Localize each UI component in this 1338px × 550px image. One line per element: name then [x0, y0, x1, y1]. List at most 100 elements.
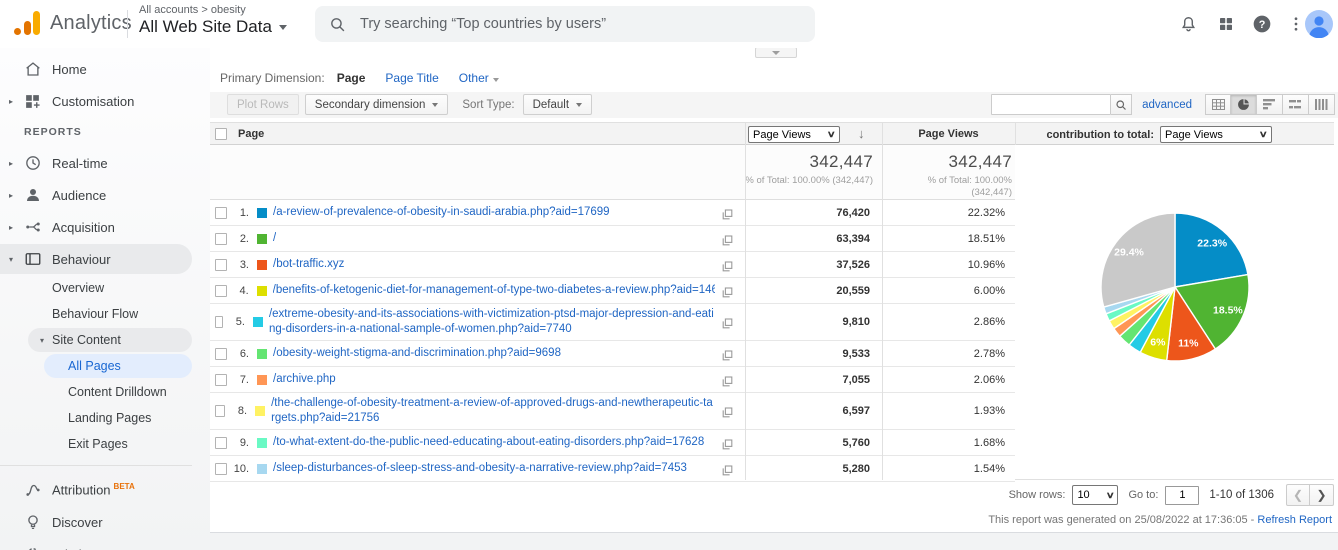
metric-select[interactable]: Page Views∨ [748, 126, 840, 143]
collapse-header-button[interactable] [755, 47, 797, 58]
contribution-percent-value: 22.32% [882, 207, 1015, 219]
sidebar-item-customisation[interactable]: ▸Customisation [0, 85, 210, 117]
dimension-page[interactable]: Page [337, 71, 366, 85]
pivot-view-button[interactable] [1309, 94, 1335, 115]
sidebar-item-admin[interactable]: Admin [0, 538, 210, 550]
contribution-percent-value: 2.06% [882, 374, 1015, 386]
row-checkbox[interactable] [215, 405, 225, 417]
notifications-bell-icon[interactable] [1176, 12, 1200, 36]
global-search[interactable] [315, 6, 815, 42]
sidebar-item-audience[interactable]: ▸Audience [0, 179, 210, 211]
discover-icon [24, 513, 42, 531]
sidebar-item-behaviour[interactable]: ▾Behaviour [0, 243, 210, 275]
open-in-new-icon[interactable] [722, 316, 733, 334]
row-number: 5. [223, 316, 245, 328]
open-in-new-icon[interactable] [722, 463, 733, 481]
global-search-input[interactable] [360, 16, 790, 32]
data-view-button[interactable] [1205, 94, 1231, 115]
sidebar-item-all-pages[interactable]: All Pages [0, 353, 210, 379]
row-checkbox[interactable] [215, 463, 227, 475]
page-link[interactable]: /to-what-extent-do-the-public-need-educa… [273, 435, 704, 450]
chevron-collapsed-icon: ▸ [9, 97, 13, 106]
sidebar-item-label: Exit Pages [68, 437, 128, 451]
page-link[interactable]: /extreme-obesity-and-its-associations-wi… [269, 307, 715, 337]
help-icon[interactable]: ? [1250, 12, 1274, 36]
page-views-value: 76,420 [745, 207, 882, 219]
secondary-dimension-button[interactable]: Secondary dimension [305, 94, 449, 115]
sidebar-item-behaviour-flow[interactable]: Behaviour Flow [0, 301, 210, 327]
page-link[interactable]: /bot-traffic.xyz [273, 257, 344, 272]
open-in-new-icon[interactable] [722, 437, 733, 455]
plot-rows-button[interactable]: Plot Rows [227, 94, 299, 115]
sidebar-item-site-content[interactable]: ▾Site Content [0, 327, 210, 353]
previous-page-button[interactable]: ❮ [1286, 484, 1310, 506]
user-avatar[interactable] [1305, 10, 1333, 38]
percentage-view-button[interactable] [1231, 94, 1257, 115]
contribution-pie-chart[interactable]: 22.3%18.5%11%6%29.4% [1015, 145, 1334, 480]
sidebar-item-exit-pages[interactable]: Exit Pages [0, 431, 210, 457]
sidebar-item-overview[interactable]: Overview [0, 275, 210, 301]
sidebar-item-label: AttributionBETA [52, 482, 135, 497]
open-in-new-icon[interactable] [722, 233, 733, 251]
page-link[interactable]: /the-challenge-of-obesity-treatment-a-re… [271, 396, 715, 426]
dimension-page-title[interactable]: Page Title [385, 71, 438, 85]
page-link[interactable]: /sleep-disturbances-of-sleep-stress-and-… [273, 461, 687, 476]
sidebar-item-acquisition[interactable]: ▸Acquisition [0, 211, 210, 243]
row-number: 1. [227, 207, 249, 219]
next-page-button[interactable]: ❯ [1310, 484, 1334, 506]
row-checkbox[interactable] [215, 233, 227, 245]
open-in-new-icon[interactable] [722, 207, 733, 225]
table-filter-search-button[interactable] [1111, 94, 1132, 115]
page-cell: 5. /extreme-obesity-and-its-associations-… [210, 304, 745, 340]
page-views-value: 5,760 [745, 437, 882, 449]
sidebar-item-discover[interactable]: Discover [0, 506, 210, 538]
sidebar-item-label: All Pages [68, 359, 121, 373]
row-checkbox[interactable] [215, 316, 223, 328]
row-checkbox[interactable] [215, 348, 227, 360]
table-filter-input[interactable] [991, 94, 1111, 115]
row-checkbox[interactable] [215, 285, 227, 297]
admin-icon [24, 545, 42, 550]
open-in-new-icon[interactable] [722, 374, 733, 392]
google-apps-grid-icon[interactable] [1214, 12, 1238, 36]
open-in-new-icon[interactable] [722, 348, 733, 366]
row-checkbox[interactable] [215, 207, 227, 219]
show-rows-select[interactable]: 10∨ [1072, 485, 1118, 505]
page-link[interactable]: /a-review-of-prevalence-of-obesity-in-sa… [273, 205, 610, 220]
sidebar-item-real-time[interactable]: ▸Real-time [0, 147, 210, 179]
goto-page-input[interactable] [1165, 486, 1199, 505]
contribution-metric-select[interactable]: Page Views∨ [1160, 126, 1272, 143]
sort-descending-icon[interactable]: ↓ [858, 126, 865, 141]
page-cell: 6./obesity-weight-stigma-and-discriminat… [210, 343, 745, 364]
performance-view-button[interactable] [1257, 94, 1283, 115]
page-cell: 3./bot-traffic.xyz [210, 254, 745, 275]
sidebar-item-landing-pages[interactable]: Landing Pages [0, 405, 210, 431]
sidebar-item-label: Real-time [52, 156, 108, 171]
comparison-view-button[interactable] [1283, 94, 1309, 115]
row-checkbox[interactable] [215, 259, 227, 271]
page-views-value: 7,055 [745, 374, 882, 386]
advanced-filter-link[interactable]: advanced [1142, 99, 1192, 111]
sort-type-button[interactable]: Default [523, 94, 592, 115]
sidebar-item-home[interactable]: Home [0, 53, 210, 85]
behaviour-icon [24, 250, 42, 268]
row-checkbox[interactable] [215, 374, 227, 386]
page-link[interactable]: /benefits-of-ketogenic-diet-for-manageme… [273, 283, 715, 298]
analytics-logo[interactable]: Analytics [14, 10, 132, 36]
table-row: 8./the-challenge-of-obesity-treatment-a-… [210, 393, 1015, 430]
open-in-new-icon[interactable] [722, 259, 733, 277]
select-all-checkbox[interactable] [215, 128, 227, 140]
page-link[interactable]: / [273, 231, 276, 246]
dimension-other[interactable]: Other [459, 71, 499, 85]
row-checkbox[interactable] [215, 437, 227, 449]
sidebar-item-content-drilldown[interactable]: Content Drilldown [0, 379, 210, 405]
refresh-report-link[interactable]: Refresh Report [1257, 514, 1332, 526]
page-link[interactable]: /obesity-weight-stigma-and-discriminatio… [273, 346, 561, 361]
row-number: 4. [227, 285, 249, 297]
page-link[interactable]: /archive.php [273, 372, 336, 387]
open-in-new-icon[interactable] [722, 405, 733, 423]
sidebar-item-attribution[interactable]: AttributionBETA [0, 474, 210, 506]
open-in-new-icon[interactable] [722, 285, 733, 303]
account-switcher[interactable]: All accounts > obesity All Web Site Data [139, 4, 287, 37]
pagination-bar: Show rows: 10∨ Go to: 1-10 of 1306 ❮ ❯ [1009, 484, 1334, 506]
